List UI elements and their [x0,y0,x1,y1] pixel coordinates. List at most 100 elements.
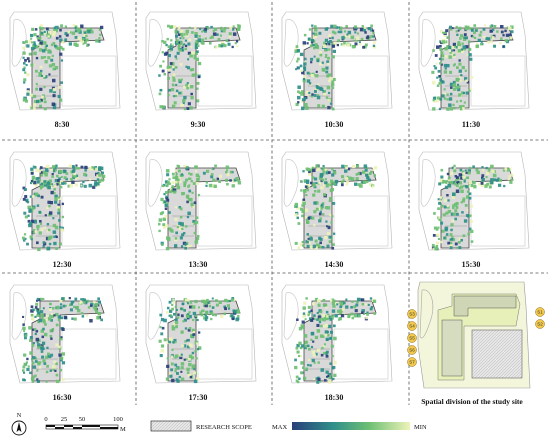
heat-cell [57,211,60,215]
heat-cell [174,341,177,344]
heat-cell [316,348,320,352]
heat-cell [50,337,53,340]
heat-cell [40,313,45,317]
heat-cell [180,245,184,248]
heat-cell [220,44,224,48]
heat-cell [87,306,91,309]
heat-cell [300,69,303,72]
heat-cell [303,301,307,305]
heat-cell [361,25,364,28]
heat-cell [60,81,63,84]
heat-cell [372,29,375,32]
heat-cell [175,57,178,60]
heat-cell [171,307,174,311]
heat-cell [30,63,34,67]
heat-cell [317,189,321,193]
heatmap-panel: 9:30 [145,11,257,129]
heat-cell [357,32,359,35]
heat-cell [452,206,455,210]
heat-cell [188,184,191,187]
heat-cell [464,27,468,31]
heat-cell [356,164,360,168]
heat-cell [322,304,326,307]
heat-cell [195,342,198,345]
heat-cell [482,28,486,31]
heat-cell [86,44,89,47]
heat-cell [176,225,180,229]
heat-cell [163,318,167,323]
heat-cell [169,49,172,52]
heat-cell [193,368,196,371]
heat-cell [26,367,30,372]
heat-cell [59,185,63,189]
heat-cell [341,308,345,311]
heat-cell [227,42,231,46]
heat-cell [321,317,325,321]
heat-cell [84,31,87,34]
heat-cell [355,303,359,307]
heat-cell [458,186,462,190]
heat-cell [435,62,438,65]
heat-cell [439,196,442,199]
heat-cell [35,177,39,181]
heat-cell [211,168,214,171]
heat-cell [331,246,335,250]
heat-cell [53,184,57,187]
heat-cell [302,244,305,247]
heat-cell [370,35,373,38]
heat-cell [195,220,199,224]
heat-cell [176,51,180,55]
heat-cell [328,240,332,244]
heat-cell [26,57,30,60]
heat-cell [169,228,173,232]
heat-cell [452,103,455,107]
heat-cell [32,365,37,369]
heat-cell [171,104,176,108]
heat-cell [23,371,26,374]
heat-cell [451,219,455,222]
heat-cell [317,361,320,364]
heat-cell [60,228,64,232]
heat-cell [350,312,354,316]
heat-cell [325,96,329,99]
heat-cell [343,41,346,45]
heat-cell [55,323,59,327]
heat-cell [443,35,446,38]
scale-tick: 50 [79,416,86,423]
heat-cell [228,299,231,303]
heat-cell [324,49,327,52]
heat-cell [329,362,332,365]
heat-cell [181,227,184,230]
heat-cell [167,94,170,97]
heat-cell [176,164,179,167]
heat-cell [68,42,72,46]
heat-cell [186,200,189,204]
heat-cell [161,51,164,54]
heat-cell [95,39,99,43]
heat-cell [453,49,456,52]
heat-cell [460,189,464,193]
heat-cell [91,166,94,169]
heat-cell [498,183,502,187]
heat-cell [73,42,77,46]
heat-cell [180,173,184,176]
heat-cell [170,362,174,366]
heat-cell [35,69,38,73]
heatmap-panel: 13:30 [145,151,257,269]
heat-cell [47,228,51,232]
heat-cell [197,235,200,238]
heat-cell [446,64,450,68]
heat-cell [316,311,319,314]
heat-cell [463,219,468,223]
heat-cell [41,74,44,77]
heat-cell [502,45,505,48]
heat-cell [230,314,234,318]
heat-cell [177,169,181,173]
heat-cell [230,298,234,302]
heat-cell [33,180,37,185]
heat-cell [71,180,75,184]
heat-cell [83,172,87,177]
heat-cell [32,356,36,360]
heat-cell [25,198,29,202]
heat-cell [169,25,173,29]
